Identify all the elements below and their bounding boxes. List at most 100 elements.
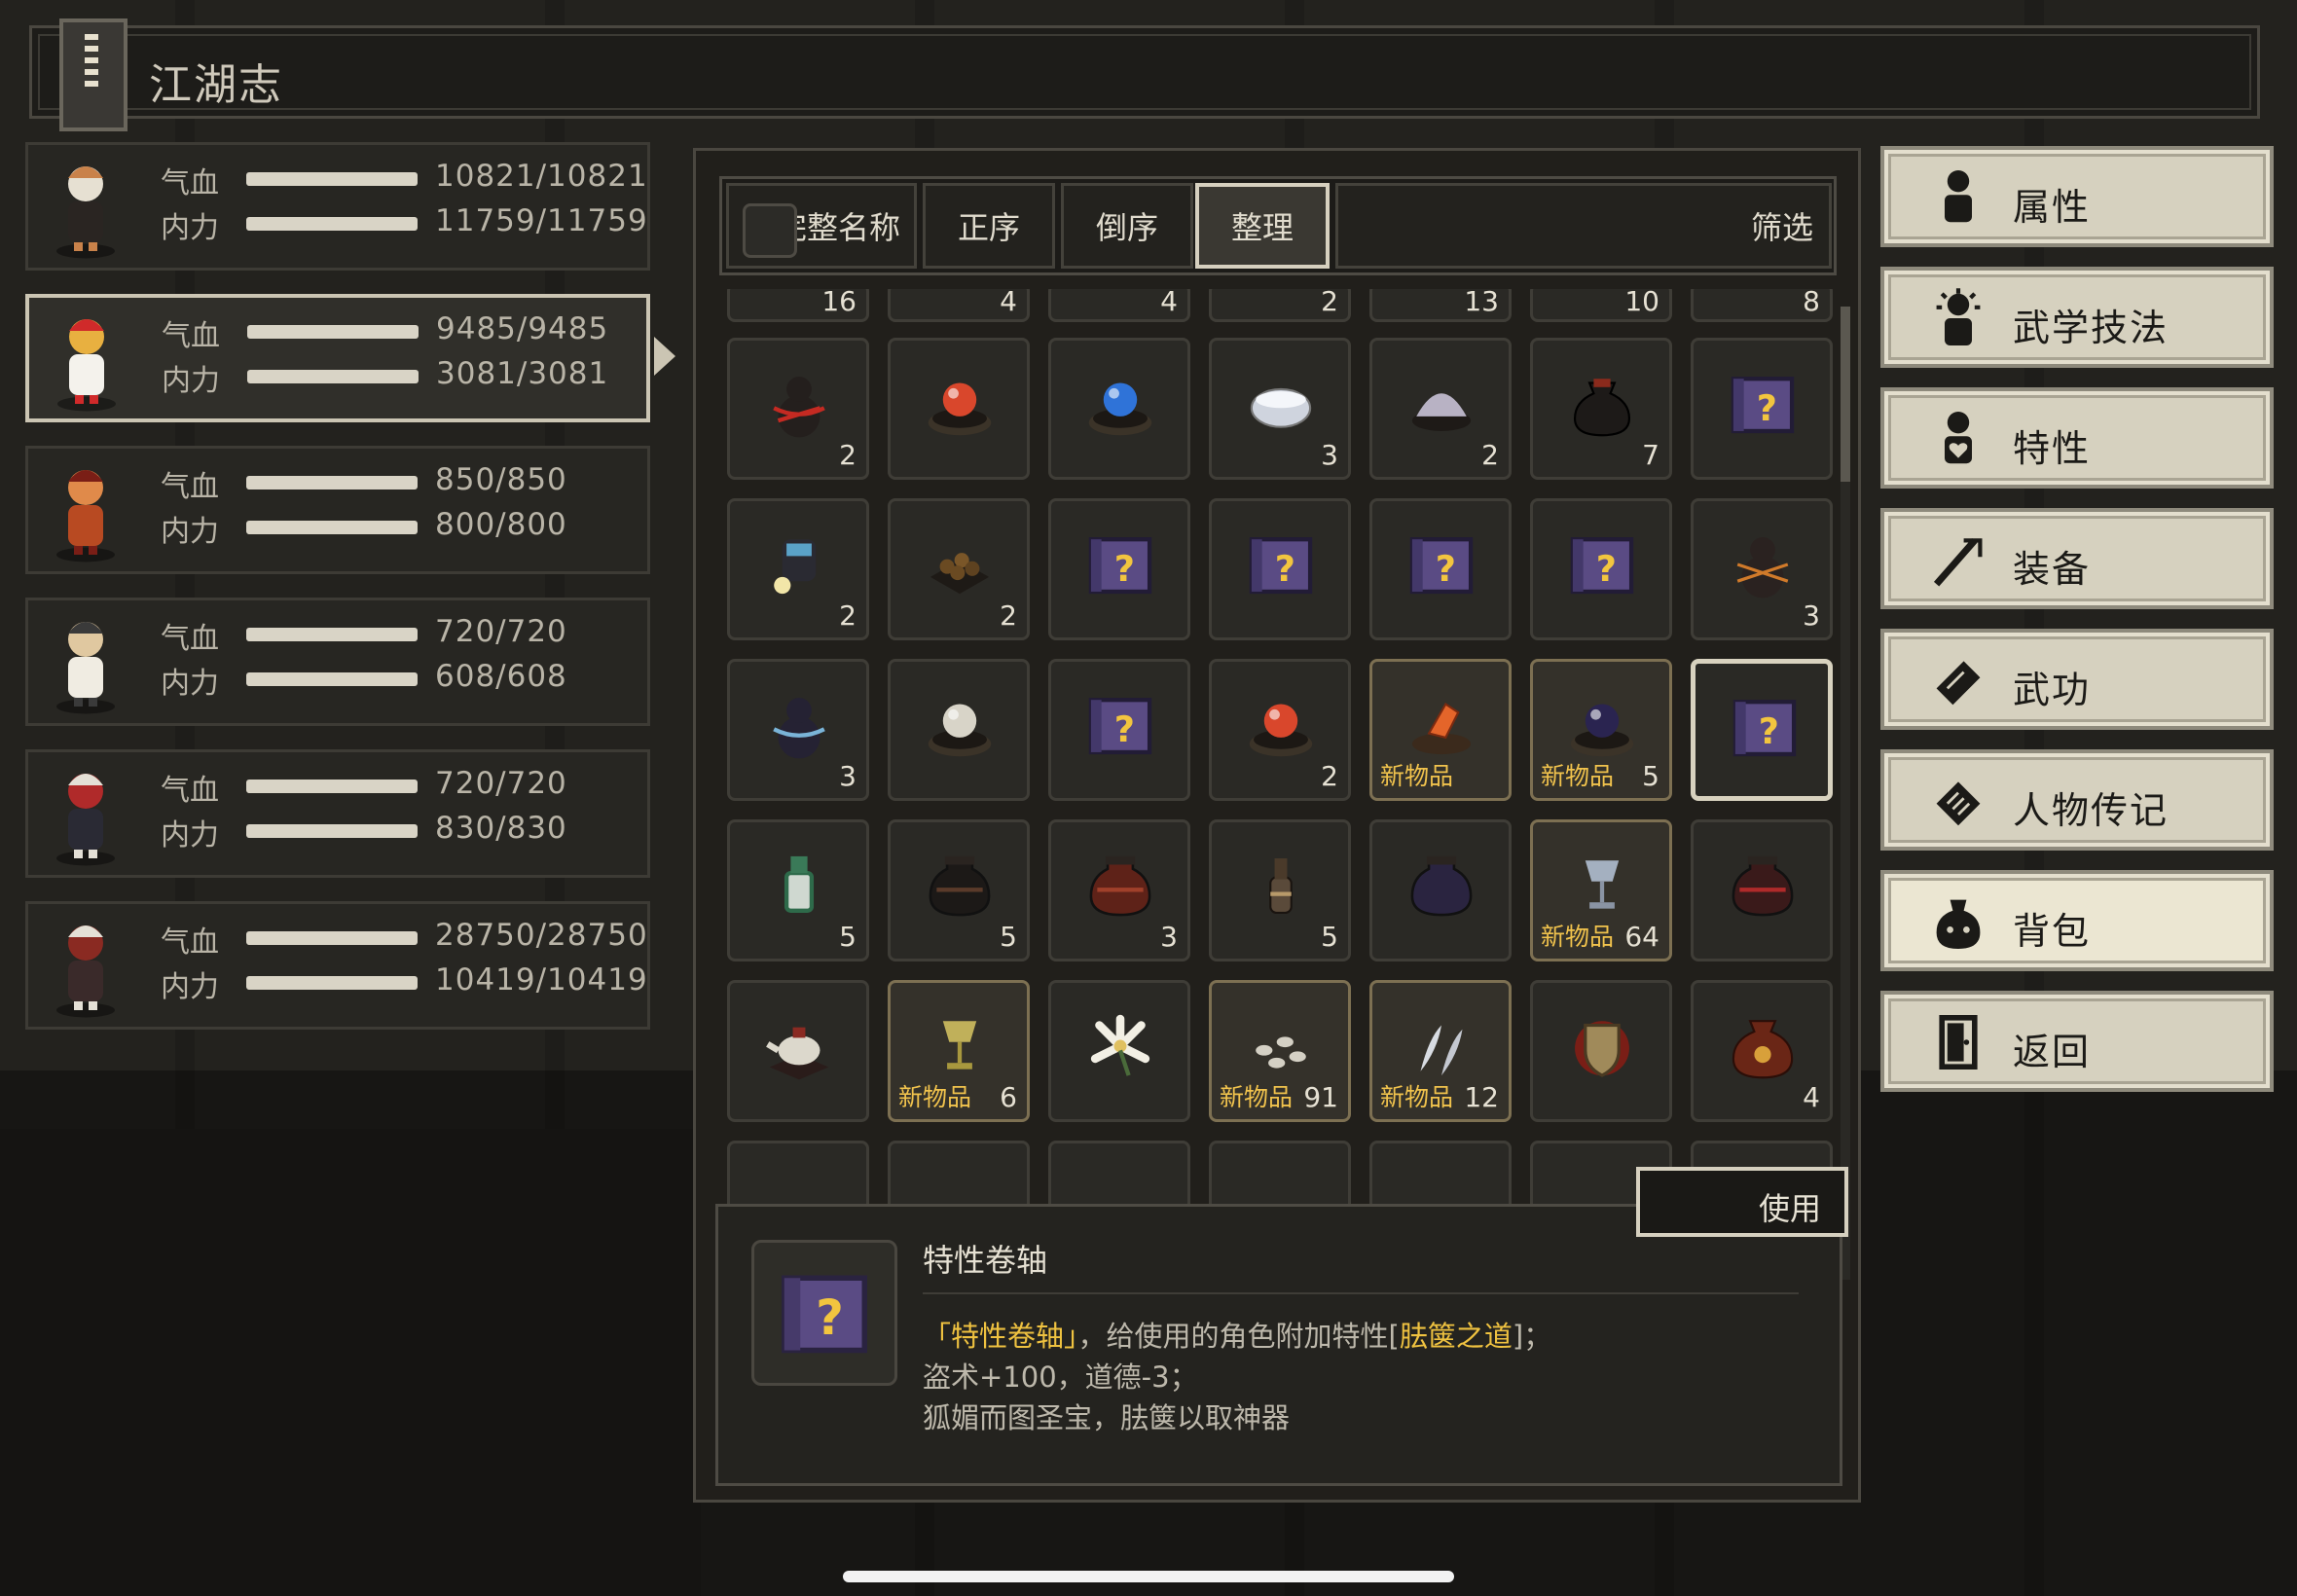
inventory-slot[interactable]: 5 xyxy=(1209,819,1351,961)
inventory-slot[interactable]: ? xyxy=(1209,498,1351,640)
inventory-slot[interactable]: 2 xyxy=(1209,659,1351,801)
inventory-slot[interactable]: 3 xyxy=(1048,819,1190,961)
inventory-slot[interactable]: 2 xyxy=(727,498,869,640)
tab-full-name[interactable]: 完整名称 xyxy=(726,183,917,269)
inventory-slot[interactable]: 8 xyxy=(1691,289,1833,322)
hp-value: 720/720 xyxy=(435,614,567,649)
inventory-slot[interactable]: 新物品 xyxy=(1369,659,1512,801)
inventory-slot[interactable] xyxy=(1691,819,1833,961)
hp-row: 气血 720/720 xyxy=(161,766,647,808)
menu-button-label: 武学技法 xyxy=(2013,307,2169,349)
scrollbar-thumb[interactable] xyxy=(1841,307,1850,482)
inventory-slot[interactable] xyxy=(888,338,1030,480)
inventory-slot[interactable]: 4 xyxy=(1691,980,1833,1122)
party-member-card[interactable]: 气血 10821/10821 内力 11759/11759 xyxy=(25,142,650,271)
tab-organize[interactable]: 整理 xyxy=(1195,183,1330,269)
menu-button[interactable]: 特性 xyxy=(1880,387,2274,489)
home-indicator[interactable] xyxy=(843,1571,1454,1582)
hp-label: 气血 xyxy=(162,319,220,353)
inventory-slot[interactable]: 16 xyxy=(727,289,869,322)
mp-row: 内力 608/608 xyxy=(161,659,647,701)
use-button[interactable]: 使用 xyxy=(1636,1167,1848,1237)
item-count: 3 xyxy=(1321,439,1338,471)
mp-label: 内力 xyxy=(161,818,219,852)
menu-button[interactable]: 属性 xyxy=(1880,146,2274,247)
item-count: 2 xyxy=(1000,599,1017,632)
inventory-slot[interactable]: ? xyxy=(1530,498,1672,640)
menu-button[interactable]: 装备 xyxy=(1880,508,2274,609)
inventory-slot[interactable] xyxy=(1530,980,1672,1122)
inventory-slot[interactable]: 2 xyxy=(1209,289,1351,322)
inventory-slot[interactable]: 新物品 5 xyxy=(1530,659,1672,801)
mp-bar xyxy=(246,824,418,838)
inventory-slot[interactable]: 5 xyxy=(727,819,869,961)
trait-scroll-icon: ? xyxy=(1078,683,1162,767)
party-member-card[interactable]: 气血 850/850 内力 800/800 xyxy=(25,446,650,574)
inventory-slot[interactable]: 3 xyxy=(1209,338,1351,480)
inventory-slot[interactable] xyxy=(727,980,869,1122)
inventory-slot[interactable]: ? xyxy=(1048,498,1190,640)
menu-button-label: 背包 xyxy=(2013,910,2092,953)
new-item-tag: 新物品 xyxy=(1541,762,1615,790)
inventory-slot[interactable]: ? xyxy=(1369,498,1512,640)
inventory-slot[interactable]: 13 xyxy=(1369,289,1512,322)
sword-icon xyxy=(1929,529,1987,590)
inventory-scrollbar[interactable] xyxy=(1841,307,1850,1280)
menu-button[interactable]: 返回 xyxy=(1880,991,2274,1092)
white-pearl-on-stand-icon xyxy=(918,683,1002,767)
inventory-slot[interactable] xyxy=(1369,819,1512,961)
party-member-card[interactable]: 气血 720/720 内力 608/608 xyxy=(25,598,650,726)
inventory-slot[interactable]: 5 xyxy=(888,819,1030,961)
inventory-slot[interactable]: 2 xyxy=(888,498,1030,640)
menu-button[interactable]: 武功 xyxy=(1880,629,2274,730)
inventory-slot[interactable]: 3 xyxy=(727,659,869,801)
door-icon xyxy=(1929,1012,1987,1072)
detail-divider xyxy=(923,1292,1799,1294)
inventory-slot[interactable] xyxy=(1048,980,1190,1122)
red-dark-jar-icon xyxy=(1721,844,1805,927)
item-count: 13 xyxy=(1464,289,1499,317)
hp-bar xyxy=(246,172,418,186)
inventory-slot[interactable]: 2 xyxy=(727,338,869,480)
red-pearl-stand-sparkle-icon xyxy=(1239,683,1323,767)
inventory-slot[interactable]: 新物品 6 xyxy=(888,980,1030,1122)
tab-filter[interactable]: 筛选 xyxy=(1335,183,1832,269)
item-count: 3 xyxy=(1160,921,1178,953)
mp-row: 内力 11759/11759 xyxy=(161,203,647,245)
inventory-slot[interactable]: 7 xyxy=(1530,338,1672,480)
full-name-checkbox[interactable] xyxy=(743,203,797,258)
hp-bar xyxy=(247,325,419,339)
inventory-slot[interactable]: 4 xyxy=(1048,289,1190,322)
blue-pearl-on-stand-icon xyxy=(1078,362,1162,446)
page-title: 江湖志 xyxy=(149,60,283,110)
menu-button[interactable]: 武学技法 xyxy=(1880,267,2274,368)
item-count: 4 xyxy=(1000,289,1017,317)
inventory-slot[interactable]: 10 xyxy=(1530,289,1672,322)
inventory-slot[interactable]: 3 xyxy=(1691,498,1833,640)
mp-label: 内力 xyxy=(161,667,219,701)
inventory-slot[interactable]: ? xyxy=(1691,338,1833,480)
mp-bar xyxy=(246,976,418,990)
inventory-slot[interactable]: 新物品 91 xyxy=(1209,980,1351,1122)
tab-filter-label: 筛选 xyxy=(1750,209,1813,246)
inventory-slot[interactable] xyxy=(1048,338,1190,480)
item-count: 2 xyxy=(1481,439,1499,471)
inventory-slot[interactable]: ? xyxy=(1048,659,1190,801)
inventory-slot[interactable]: ? xyxy=(1691,659,1833,801)
inventory-slot[interactable]: 新物品 64 xyxy=(1530,819,1672,961)
inventory-slot[interactable]: 4 xyxy=(888,289,1030,322)
party-member-card[interactable]: 气血 9485/9485 内力 3081/3081 xyxy=(25,294,675,422)
inventory-slot[interactable]: 新物品 12 xyxy=(1369,980,1512,1122)
silver-powder-bowl-icon xyxy=(1400,362,1483,446)
inventory-slot[interactable] xyxy=(888,659,1030,801)
person-icon xyxy=(1929,167,1987,228)
tab-descending[interactable]: 倒序 xyxy=(1061,183,1193,269)
tab-ascending[interactable]: 正序 xyxy=(923,183,1055,269)
item-count: 5 xyxy=(839,921,857,953)
inventory-slot[interactable]: 2 xyxy=(1369,338,1512,480)
menu-button[interactable]: 背包 xyxy=(1880,870,2274,971)
party-member-card[interactable]: 气血 720/720 内力 830/830 xyxy=(25,749,650,878)
party-member-card[interactable]: 气血 28750/28750 内力 10419/10419 xyxy=(25,901,650,1030)
dark-jar-spill-icon xyxy=(757,523,841,606)
menu-button[interactable]: 人物传记 xyxy=(1880,749,2274,851)
